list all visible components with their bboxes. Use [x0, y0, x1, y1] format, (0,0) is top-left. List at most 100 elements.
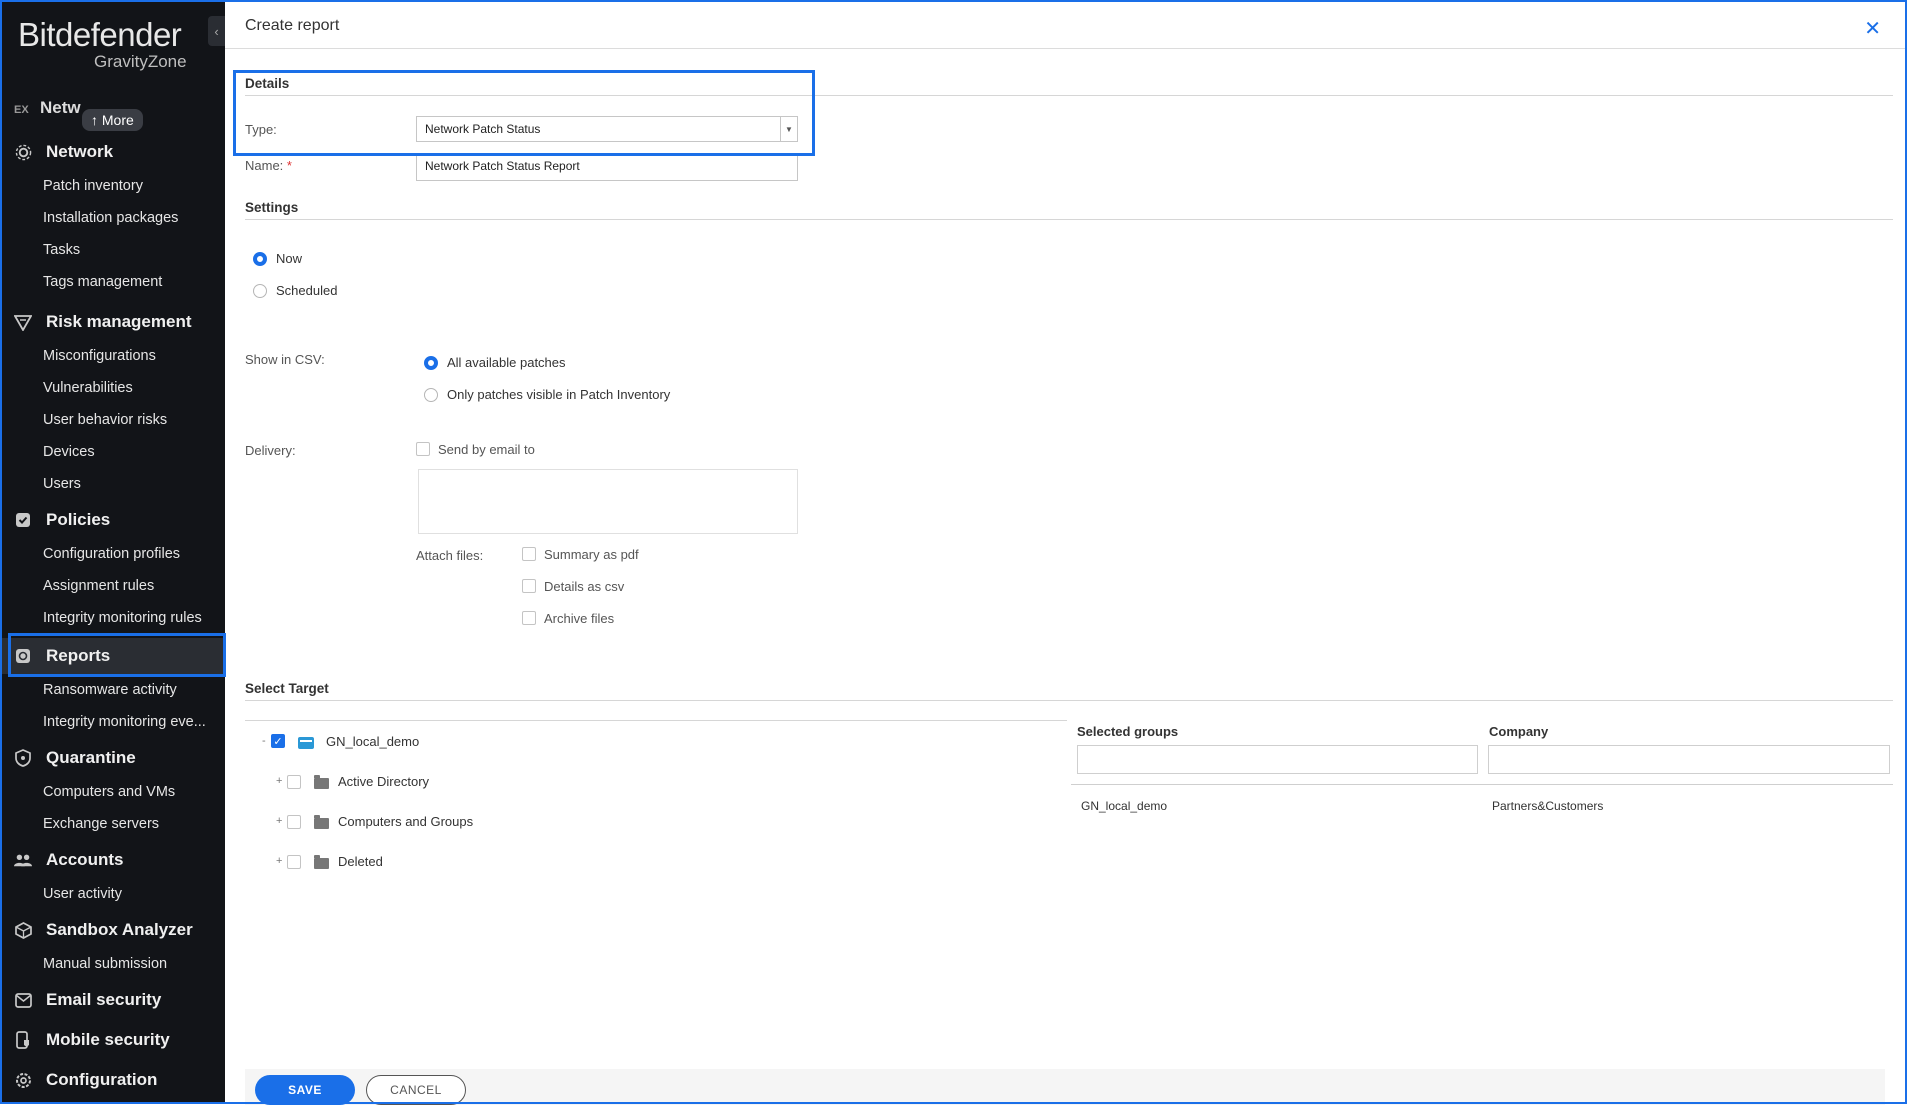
tree-item-gn-local-demo[interactable]: GN_local_demo — [326, 734, 419, 749]
csv-label: Show in CSV: — [245, 352, 325, 367]
sidebar-section-policies[interactable]: Policies — [2, 502, 225, 538]
folder-icon — [314, 855, 329, 869]
email-recipients-textarea[interactable] — [418, 469, 798, 534]
dialog-footer — [245, 1069, 1885, 1105]
sidebar-item-manual-submission[interactable]: Manual submission — [2, 948, 225, 980]
tree-collapse-toggle[interactable]: - — [262, 735, 266, 747]
sidebar-item-tags-management[interactable]: Tags management — [2, 266, 225, 298]
sidebar-section-label: Policies — [46, 510, 111, 529]
cancel-button[interactable]: CANCEL — [366, 1075, 466, 1105]
tree-expand-toggle[interactable]: + — [276, 775, 282, 787]
summary-pdf-checkbox[interactable] — [522, 547, 536, 561]
sidebar-item-computers-and-vms[interactable]: Computers and VMs — [2, 776, 225, 808]
save-button[interactable]: SAVE — [255, 1075, 355, 1105]
active-directory-checkbox[interactable] — [287, 775, 301, 789]
computers-and-groups-checkbox[interactable] — [287, 815, 301, 829]
now-radio-label: Now — [276, 251, 303, 266]
csv-visible-patches-radio[interactable] — [424, 388, 438, 402]
sidebar-item-installation-packages[interactable]: Installation packages — [2, 202, 225, 234]
sidebar-section-label: Configuration — [46, 1070, 158, 1089]
select-target-divider — [245, 700, 1893, 701]
sidebar-section-quarantine[interactable]: Quarantine — [2, 740, 225, 776]
delivery-label: Delivery: — [245, 443, 296, 458]
settings-divider — [245, 219, 1893, 220]
company-cell: Partners&Customers — [1492, 799, 1604, 813]
logo-title: Bitdefender — [18, 16, 182, 53]
logo[interactable]: Bitdefender GravityZone — [18, 16, 187, 72]
close-icon[interactable]: ✕ — [1864, 16, 1881, 41]
sidebar-section-risk-management[interactable]: Risk management — [2, 304, 225, 340]
sidebar-item-tasks[interactable]: Tasks — [2, 234, 225, 266]
sidebar-partial-item[interactable]: EX Netw — [14, 98, 81, 118]
archive-files-checkbox[interactable] — [522, 611, 536, 625]
tree-header-divider — [245, 720, 1067, 721]
dialog-title: Create report — [245, 17, 340, 34]
accounts-icon — [14, 851, 32, 869]
details-highlight — [233, 70, 815, 156]
sidebar-item-integrity-monitoring-events[interactable]: Integrity monitoring eve... — [2, 706, 225, 738]
configuration-icon — [14, 1071, 32, 1089]
tree-expand-toggle[interactable]: + — [276, 815, 282, 827]
sidebar-section-email-security[interactable]: Email security — [2, 982, 225, 1018]
create-report-dialog: Create report ✕ Details Type: Network Pa… — [225, 2, 1905, 1105]
name-label-text: Name: — [245, 158, 284, 173]
sidebar-section-mobile-security[interactable]: Mobile security — [2, 1022, 225, 1058]
tree-expand-toggle[interactable]: + — [276, 855, 282, 867]
company-filter-input[interactable] — [1488, 745, 1890, 774]
send-email-checkbox[interactable] — [416, 442, 430, 456]
sidebar-section-label: Risk management — [46, 312, 192, 331]
sidebar-item-user-behavior-risks[interactable]: User behavior risks — [2, 404, 225, 436]
email-icon — [14, 991, 32, 1009]
sidebar-section-network[interactable]: Network — [2, 134, 225, 170]
grid-header-divider — [1071, 784, 1893, 785]
sidebar-section-accounts[interactable]: Accounts — [2, 842, 225, 878]
sidebar-section-sandbox-analyzer[interactable]: Sandbox Analyzer — [2, 912, 225, 948]
scheduled-radio-label: Scheduled — [276, 283, 338, 298]
chevron-left-icon[interactable]: ‹ — [208, 16, 225, 46]
sidebar-item-users[interactable]: Users — [2, 468, 225, 500]
tree-item-deleted[interactable]: Deleted — [338, 854, 383, 869]
reports-highlight — [8, 633, 226, 677]
csv-all-patches-radio[interactable] — [424, 356, 438, 370]
sidebar-item-patch-inventory[interactable]: Patch inventory — [2, 170, 225, 202]
sidebar-item-configuration-profiles[interactable]: Configuration profiles — [2, 538, 225, 570]
scheduled-radio[interactable] — [253, 284, 267, 298]
sidebar-item-vulnerabilities[interactable]: Vulnerabilities — [2, 372, 225, 404]
mobile-icon — [14, 1031, 32, 1049]
sidebar: Bitdefender GravityZone ‹ EX Netw ↑ More … — [2, 2, 225, 1102]
sandbox-icon — [14, 921, 32, 939]
selected-groups-header[interactable]: Selected groups — [1077, 724, 1178, 739]
company-header[interactable]: Company — [1489, 724, 1548, 739]
more-button[interactable]: ↑ More — [82, 109, 143, 131]
selected-groups-filter-input[interactable] — [1077, 745, 1478, 774]
sidebar-item-assignment-rules[interactable]: Assignment rules — [2, 570, 225, 602]
send-email-label: Send by email to — [438, 442, 535, 457]
tree-item-active-directory[interactable]: Active Directory — [338, 774, 429, 789]
gn-local-demo-checkbox[interactable]: ✓ — [271, 734, 285, 748]
sidebar-section-label: Mobile security — [46, 1030, 170, 1049]
tree-item-computers-and-groups[interactable]: Computers and Groups — [338, 814, 473, 829]
details-csv-checkbox[interactable] — [522, 579, 536, 593]
sidebar-item-ransomware-activity[interactable]: Ransomware activity — [2, 674, 225, 706]
deleted-checkbox[interactable] — [287, 855, 301, 869]
report-name-input[interactable]: Network Patch Status Report — [416, 153, 798, 181]
sidebar-section-label: Network — [46, 142, 114, 161]
attach-files-label: Attach files: — [416, 548, 484, 563]
company-icon — [298, 737, 314, 749]
sidebar-item-misconfigurations[interactable]: Misconfigurations — [2, 340, 225, 372]
sidebar-item-integrity-monitoring-rules[interactable]: Integrity monitoring rules — [2, 602, 225, 634]
risk-icon — [14, 313, 32, 331]
sidebar-item-devices[interactable]: Devices — [2, 436, 225, 468]
sidebar-section-label: Email security — [46, 990, 162, 1009]
selected-group-cell: GN_local_demo — [1081, 799, 1168, 813]
sidebar-item-user-activity[interactable]: User activity — [2, 878, 225, 910]
sidebar-item-exchange-servers[interactable]: Exchange servers — [2, 808, 225, 840]
name-label: Name: * — [245, 158, 292, 173]
sidebar-section-configuration[interactable]: Configuration — [2, 1062, 225, 1098]
summary-pdf-label: Summary as pdf — [544, 547, 639, 562]
sidebar-section-label: Sandbox Analyzer — [46, 920, 193, 939]
csv-visible-patches-label: Only patches visible in Patch Inventory — [447, 387, 671, 402]
settings-title: Settings — [245, 200, 299, 215]
sidebar-nav: Network Patch inventory Installation pac… — [2, 134, 225, 1098]
now-radio[interactable] — [253, 252, 267, 266]
